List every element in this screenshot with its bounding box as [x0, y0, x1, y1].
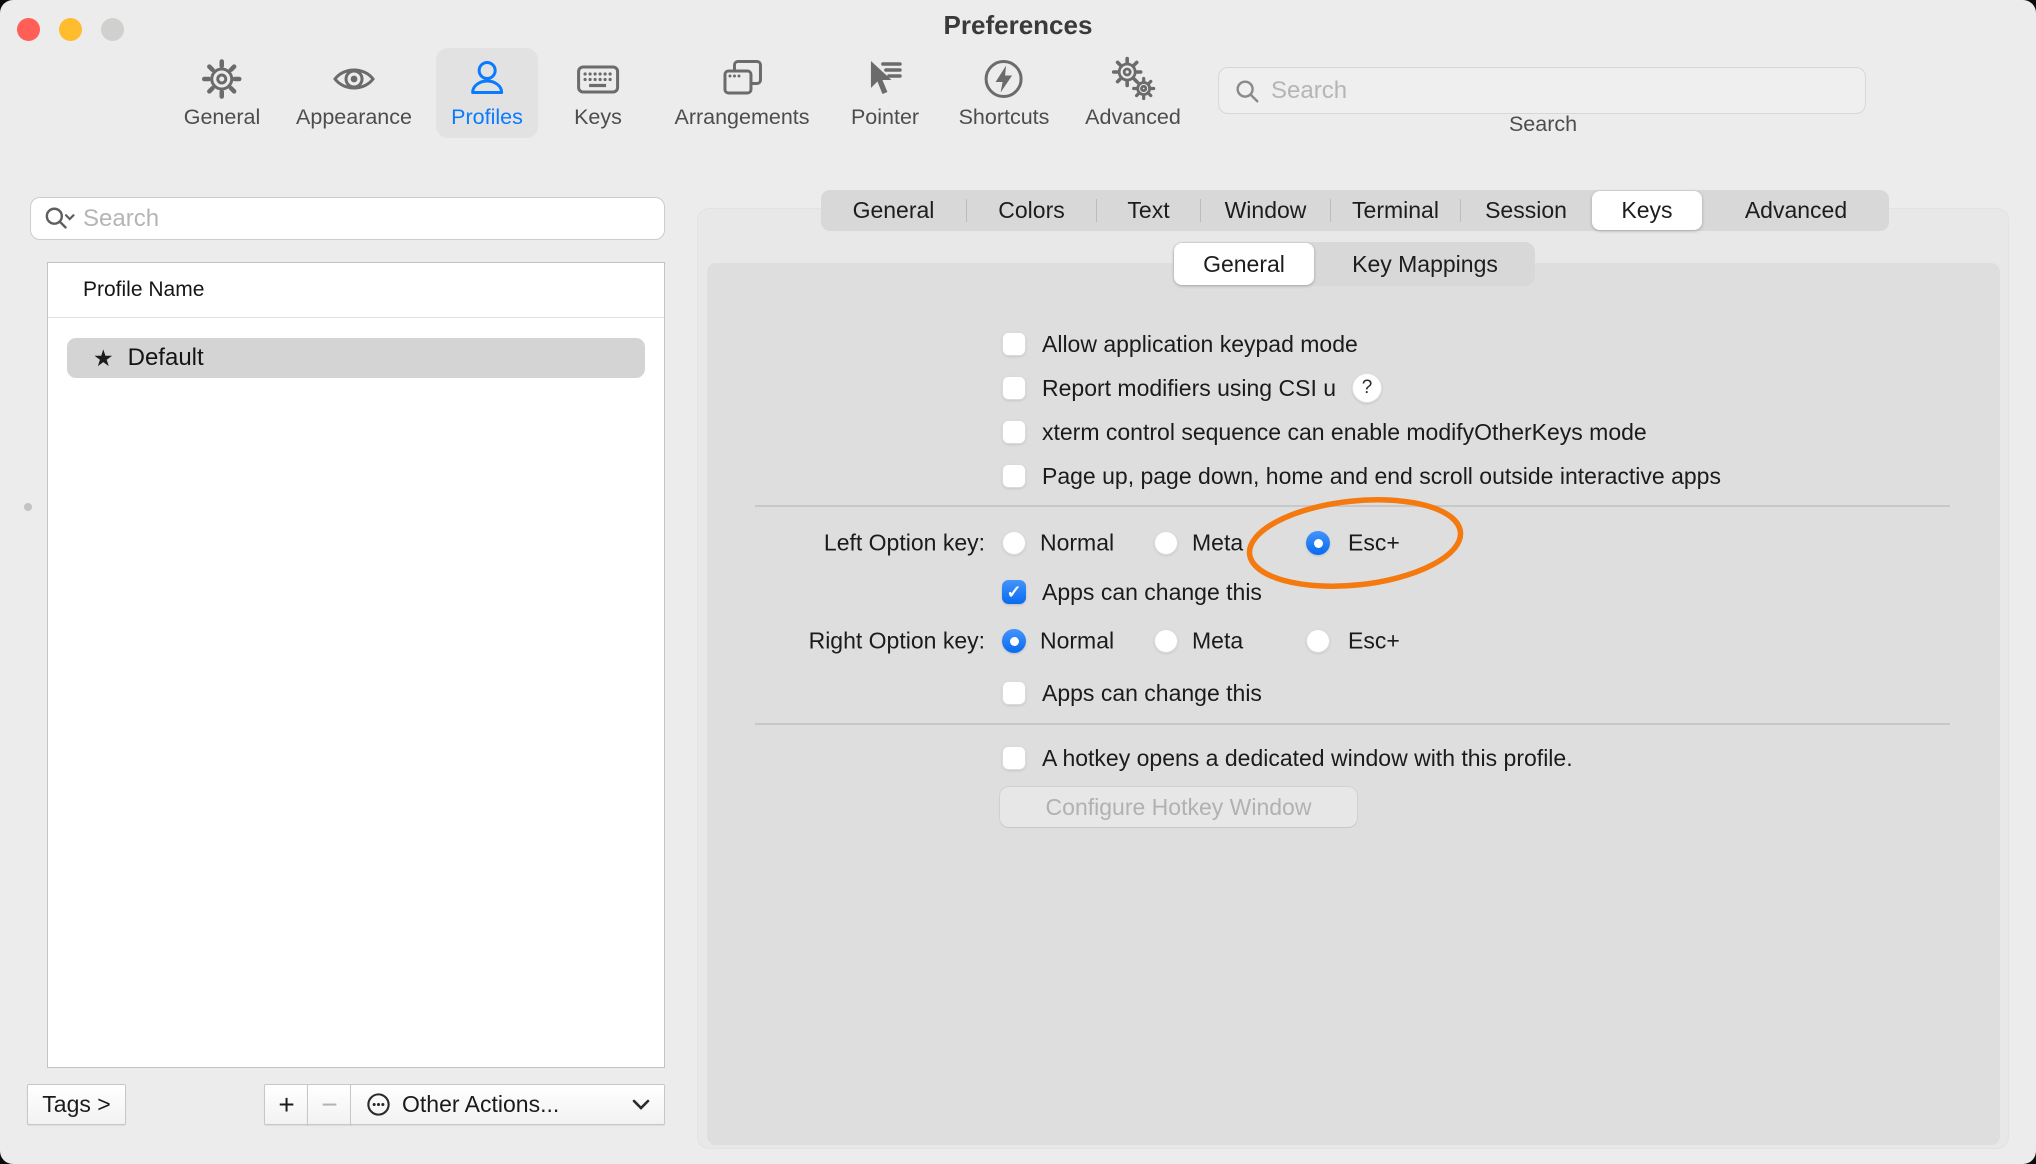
tab-keys[interactable]: Keys — [1592, 191, 1702, 230]
configure-hotkey-window-button: Configure Hotkey Window — [1000, 787, 1357, 827]
search-icon — [1233, 77, 1261, 105]
subtab-key-mappings[interactable]: Key Mappings — [1315, 242, 1535, 286]
toolbar-label-shortcuts: Shortcuts — [959, 105, 1050, 130]
toolbar-item-profiles[interactable]: Profiles — [436, 48, 538, 138]
splitter-handle-dot[interactable] — [24, 503, 32, 511]
radio-label-meta: Meta — [1192, 628, 1243, 655]
checkbox-left-apps-can-change[interactable]: ✓ — [1002, 580, 1026, 604]
label-left-apps-can-change: Apps can change this — [1042, 579, 1262, 606]
preferences-window: Preferences General Appearance — [0, 0, 2036, 1164]
gears-icon — [1110, 56, 1156, 102]
checkbox-modify-other-keys[interactable] — [1002, 420, 1026, 444]
toolbar-item-general[interactable]: General — [169, 48, 276, 138]
toolbar-search-label: Search — [1509, 112, 1577, 137]
help-button[interactable]: ? — [1352, 373, 1382, 403]
row-left-option-key: Left Option key: Normal Meta Esc+ — [0, 530, 2036, 556]
tab-session[interactable]: Session — [1461, 190, 1591, 231]
right-option-label: Right Option key: — [747, 628, 985, 655]
checkbox-csi-u[interactable] — [1002, 376, 1026, 400]
row-allow-keypad: Allow application keypad mode — [0, 331, 2036, 357]
search-scope-icon — [43, 205, 75, 233]
radio-label-normal: Normal — [1040, 530, 1114, 557]
keys-subtab-bar: General Key Mappings — [1173, 242, 1535, 286]
row-page-scroll: Page up, page down, home and end scroll … — [0, 463, 2036, 489]
row-right-apps-can-change: Apps can change this — [0, 680, 2036, 706]
ellipsis-circle-icon — [365, 1091, 392, 1118]
row-hotkey: A hotkey opens a dedicated window with t… — [0, 745, 2036, 771]
label-csi-u: Report modifiers using CSI u — [1042, 375, 1336, 402]
checkbox-allow-keypad[interactable] — [1002, 332, 1026, 356]
toolbar-item-shortcuts[interactable]: Shortcuts — [944, 48, 1065, 138]
profile-search-field[interactable]: Search — [30, 197, 665, 240]
row-csi-u: Report modifiers using CSI u ? — [0, 375, 2036, 401]
remove-profile-button[interactable]: − — [307, 1084, 352, 1125]
tags-button[interactable]: Tags > — [27, 1084, 126, 1125]
toolbar-label-pointer: Pointer — [851, 105, 919, 130]
profile-tab-bar: General Colors Text Window Terminal Sess… — [821, 190, 1889, 231]
toolbar-item-keys[interactable]: Keys — [559, 48, 637, 138]
label-allow-keypad: Allow application keypad mode — [1042, 331, 1358, 358]
toolbar-label-profiles: Profiles — [451, 105, 523, 130]
left-option-label: Left Option key: — [747, 530, 985, 557]
checkbox-page-scroll[interactable] — [1002, 464, 1026, 488]
window-title: Preferences — [0, 10, 2036, 41]
label-hotkey-window: A hotkey opens a dedicated window with t… — [1042, 745, 1573, 772]
toolbar-label-general: General — [184, 105, 261, 130]
tab-advanced[interactable]: Advanced — [1703, 190, 1889, 231]
tab-terminal[interactable]: Terminal — [1331, 190, 1460, 231]
radio-right-option-esc[interactable] — [1306, 629, 1330, 653]
tab-general[interactable]: General — [821, 190, 966, 231]
toolbar-item-appearance[interactable]: Appearance — [281, 48, 427, 138]
tab-text[interactable]: Text — [1097, 190, 1200, 231]
tab-colors[interactable]: Colors — [967, 190, 1096, 231]
tab-window[interactable]: Window — [1201, 190, 1330, 231]
radio-left-option-meta[interactable] — [1154, 531, 1178, 555]
label-right-apps-can-change: Apps can change this — [1042, 680, 1262, 707]
pointer-icon — [862, 56, 908, 102]
radio-left-option-normal[interactable] — [1002, 531, 1026, 555]
profile-list-header: Profile Name — [48, 263, 664, 318]
separator-line — [755, 723, 1950, 725]
checkbox-right-apps-can-change[interactable] — [1002, 681, 1026, 705]
radio-label-esc: Esc+ — [1348, 628, 1400, 655]
toolbar-search-field[interactable]: Search — [1218, 67, 1866, 114]
label-modify-other-keys: xterm control sequence can enable modify… — [1042, 419, 1647, 446]
label-page-scroll: Page up, page down, home and end scroll … — [1042, 463, 1721, 490]
toolbar-item-pointer[interactable]: Pointer — [836, 48, 934, 138]
radio-right-option-normal[interactable] — [1002, 629, 1026, 653]
other-actions-label: Other Actions... — [402, 1091, 559, 1118]
toolbar-item-advanced[interactable]: Advanced — [1070, 48, 1196, 138]
chevron-down-icon — [632, 1099, 650, 1110]
subtab-general[interactable]: General — [1174, 243, 1314, 285]
toolbar-label-arrangements: Arrangements — [674, 105, 809, 130]
toolbar-search-placeholder: Search — [1271, 77, 1347, 105]
toolbar-item-arrangements[interactable]: Arrangements — [659, 48, 824, 138]
add-profile-button[interactable]: + — [264, 1084, 309, 1125]
radio-right-option-meta[interactable] — [1154, 629, 1178, 653]
separator-line — [755, 505, 1950, 507]
keyboard-icon — [575, 56, 621, 102]
toolbar-label-keys: Keys — [574, 105, 622, 130]
check-icon: ✓ — [1006, 583, 1021, 601]
radio-label-normal: Normal — [1040, 628, 1114, 655]
row-left-apps-can-change: ✓ Apps can change this — [0, 579, 2036, 605]
profile-search-placeholder: Search — [83, 205, 159, 233]
radio-label-esc: Esc+ — [1348, 530, 1400, 557]
radio-left-option-esc[interactable] — [1306, 531, 1330, 555]
checkbox-hotkey-window[interactable] — [1002, 746, 1026, 770]
row-right-option-key: Right Option key: Normal Meta Esc+ — [0, 628, 2036, 654]
person-icon — [464, 56, 510, 102]
row-modify-other-keys: xterm control sequence can enable modify… — [0, 419, 2036, 445]
radio-label-meta: Meta — [1192, 530, 1243, 557]
toolbar-label-advanced: Advanced — [1085, 105, 1181, 130]
eye-icon — [331, 56, 377, 102]
gear-icon — [199, 56, 245, 102]
windows-icon — [719, 56, 765, 102]
other-actions-dropdown[interactable]: Other Actions... — [350, 1084, 665, 1125]
toolbar-label-appearance: Appearance — [296, 105, 412, 130]
lightning-icon — [981, 56, 1027, 102]
